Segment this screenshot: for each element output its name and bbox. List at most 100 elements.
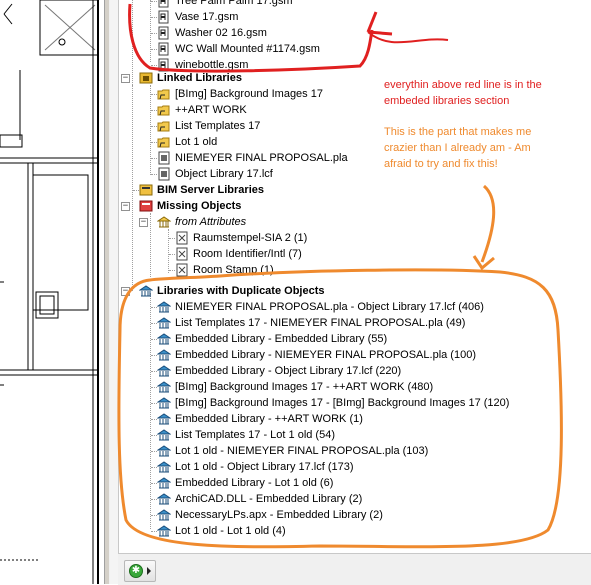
tree-item-label: [BImg] Background Images 17: [175, 88, 323, 100]
tree-item-label: Raumstempel-SIA 2 (1): [193, 232, 308, 244]
tree-item-label: NIEMEYER FINAL PROPOSAL.pla: [175, 152, 348, 164]
duplicate-library-icon: [156, 364, 172, 378]
duplicate-pair-item[interactable]: ArchiCAD.DLL - Embedded Library (2): [119, 491, 589, 507]
folder-icon: [157, 103, 171, 117]
embedded-object-item[interactable]: Washer 02 16.gsm: [119, 25, 589, 41]
duplicate-pair-item[interactable]: NIEMEYER FINAL PROPOSAL.pla - Object Lib…: [119, 299, 589, 315]
tree-item-label: Lot 1 old: [175, 136, 218, 148]
duplicate-library-icon: [156, 348, 172, 362]
duplicate-pair-item[interactable]: Embedded Library - Lot 1 old (6): [119, 475, 589, 491]
duplicate-pair-item[interactable]: List Templates 17 - Lot 1 old (54): [119, 427, 589, 443]
embedded-object-item[interactable]: Vase 17.gsm: [119, 9, 589, 25]
tree-item-label: ++ART WORK: [175, 104, 247, 116]
tree-item-label: Room Identifier/Intl (7): [193, 248, 302, 260]
gear-options-icon: ✱: [129, 564, 143, 578]
tree-item-label: Lot 1 old - NIEMEYER FINAL PROPOSAL.pla …: [175, 445, 429, 457]
node-label: from Attributes: [175, 216, 247, 228]
folder-icon: [157, 87, 171, 101]
duplicate-pair-item[interactable]: Embedded Library - ++ART WORK (1): [119, 411, 589, 427]
duplicate-library-icon: [138, 284, 154, 298]
collapse-toggle[interactable]: −: [139, 218, 148, 227]
tree-item-label: ArchiCAD.DLL - Embedded Library (2): [175, 493, 363, 505]
options-button[interactable]: ✱: [124, 560, 156, 582]
embedded-object-item[interactable]: Tree Palm Palm 17.gsm: [119, 0, 589, 9]
duplicate-pair-item[interactable]: Embedded Library - Object Library 17.lcf…: [119, 363, 589, 379]
tree-item-label: [BImg] Background Images 17 - ++ART WORK…: [175, 381, 434, 393]
from-attributes-node[interactable]: − from Attributes: [119, 214, 589, 230]
duplicate-library-icon: [156, 508, 172, 522]
duplicate-library-icon: [156, 492, 172, 506]
node-label: Libraries with Duplicate Objects: [157, 285, 325, 297]
gsm-object-icon: [157, 10, 171, 24]
tree-item-label: Embedded Library - Object Library 17.lcf…: [175, 365, 402, 377]
collapse-toggle[interactable]: −: [121, 202, 130, 211]
node-label: BIM Server Libraries: [157, 184, 264, 196]
bim-server-libraries-node[interactable]: BIM Server Libraries: [119, 182, 589, 198]
duplicate-pair-item[interactable]: Embedded Library - NIEMEYER FINAL PROPOS…: [119, 347, 589, 363]
duplicate-library-icon: [156, 476, 172, 490]
linked-libraries-icon: [139, 71, 153, 85]
duplicate-pair-item[interactable]: List Templates 17 - NIEMEYER FINAL PROPO…: [119, 315, 589, 331]
tree-item-label: Embedded Library - ++ART WORK (1): [175, 413, 363, 425]
duplicate-library-icon: [156, 524, 172, 538]
missing-object-item[interactable]: Room Stamp (1): [119, 262, 589, 278]
folder-icon: [157, 119, 171, 133]
duplicate-library-icon: [156, 412, 172, 426]
tree-item-label: Tree Palm Palm 17.gsm: [175, 0, 293, 7]
bim-server-icon: [139, 183, 153, 197]
folder-icon: [157, 135, 171, 149]
duplicate-library-icon: [156, 316, 172, 330]
missing-object-file-icon: [175, 231, 189, 245]
collapse-toggle[interactable]: −: [121, 287, 130, 296]
embedded-object-item[interactable]: WC Wall Mounted #1174.gsm: [119, 41, 589, 57]
library-file-icon: [157, 151, 171, 165]
duplicate-pair-item[interactable]: Embedded Library - Embedded Library (55): [119, 331, 589, 347]
duplicate-library-icon: [156, 300, 172, 314]
library-file-icon: [157, 167, 171, 181]
missing-object-file-icon: [175, 263, 189, 277]
duplicate-libraries-node[interactable]: − Libraries with Duplicate Objects: [119, 283, 589, 299]
duplicate-library-icon: [156, 444, 172, 458]
status-bar: ✱: [118, 553, 591, 585]
duplicate-library-icon: [156, 460, 172, 474]
tree-item-label: List Templates 17 - Lot 1 old (54): [175, 429, 335, 441]
gsm-object-icon: [157, 0, 171, 8]
tree-item-label: [BImg] Background Images 17 - [BImg] Bac…: [175, 397, 510, 409]
tree-item-label: List Templates 17: [175, 120, 261, 132]
node-label: Linked Libraries: [157, 72, 242, 84]
attributes-icon: [156, 215, 172, 229]
tree-item-label: Room Stamp (1): [193, 264, 274, 276]
duplicate-library-icon: [156, 396, 172, 410]
duplicate-library-icon: [156, 380, 172, 394]
tree-item-label: Embedded Library - Lot 1 old (6): [175, 477, 334, 489]
missing-objects-icon: [139, 199, 153, 213]
missing-objects-node[interactable]: − Missing Objects: [119, 198, 589, 214]
duplicate-pair-item[interactable]: [BImg] Background Images 17 - [BImg] Bac…: [119, 395, 589, 411]
tree-item-label: List Templates 17 - NIEMEYER FINAL PROPO…: [175, 317, 466, 329]
tree-item-label: NIEMEYER FINAL PROPOSAL.pla - Object Lib…: [175, 301, 484, 313]
floor-plan-drawing[interactable]: [0, 0, 108, 584]
tree-item-label: Embedded Library - Embedded Library (55): [175, 333, 388, 345]
duplicate-pair-item[interactable]: Lot 1 old - NIEMEYER FINAL PROPOSAL.pla …: [119, 443, 589, 459]
duplicate-pair-item[interactable]: NecessaryLPs.apx - Embedded Library (2): [119, 507, 589, 523]
gsm-object-icon: [157, 42, 171, 56]
missing-object-item[interactable]: Raumstempel-SIA 2 (1): [119, 230, 589, 246]
duplicate-library-icon: [156, 332, 172, 346]
tree-item-label: NecessaryLPs.apx - Embedded Library (2): [175, 509, 383, 521]
collapse-toggle[interactable]: −: [121, 74, 130, 83]
node-label: Missing Objects: [157, 200, 242, 212]
orange-annotation-note: This is the part that makes me crazier t…: [384, 126, 532, 170]
tree-item-label: Lot 1 old - Lot 1 old (4): [175, 525, 286, 537]
chevron-right-icon: [147, 567, 151, 575]
missing-object-file-icon: [175, 247, 189, 261]
gsm-object-icon: [157, 26, 171, 40]
duplicate-pair-item[interactable]: Lot 1 old - Object Library 17.lcf (173): [119, 459, 589, 475]
duplicate-library-icon: [156, 428, 172, 442]
tree-item-label: Embedded Library - NIEMEYER FINAL PROPOS…: [175, 349, 476, 361]
tree-item-label: Lot 1 old - Object Library 17.lcf (173): [175, 461, 354, 473]
missing-object-item[interactable]: Room Identifier/Intl (7): [119, 246, 589, 262]
tree-item-label: Washer 02 16.gsm: [175, 27, 267, 39]
duplicate-pair-item[interactable]: [BImg] Background Images 17 - ++ART WORK…: [119, 379, 589, 395]
tree-item-label: WC Wall Mounted #1174.gsm: [175, 43, 320, 55]
duplicate-pair-item[interactable]: Lot 1 old - Lot 1 old (4): [119, 523, 589, 539]
